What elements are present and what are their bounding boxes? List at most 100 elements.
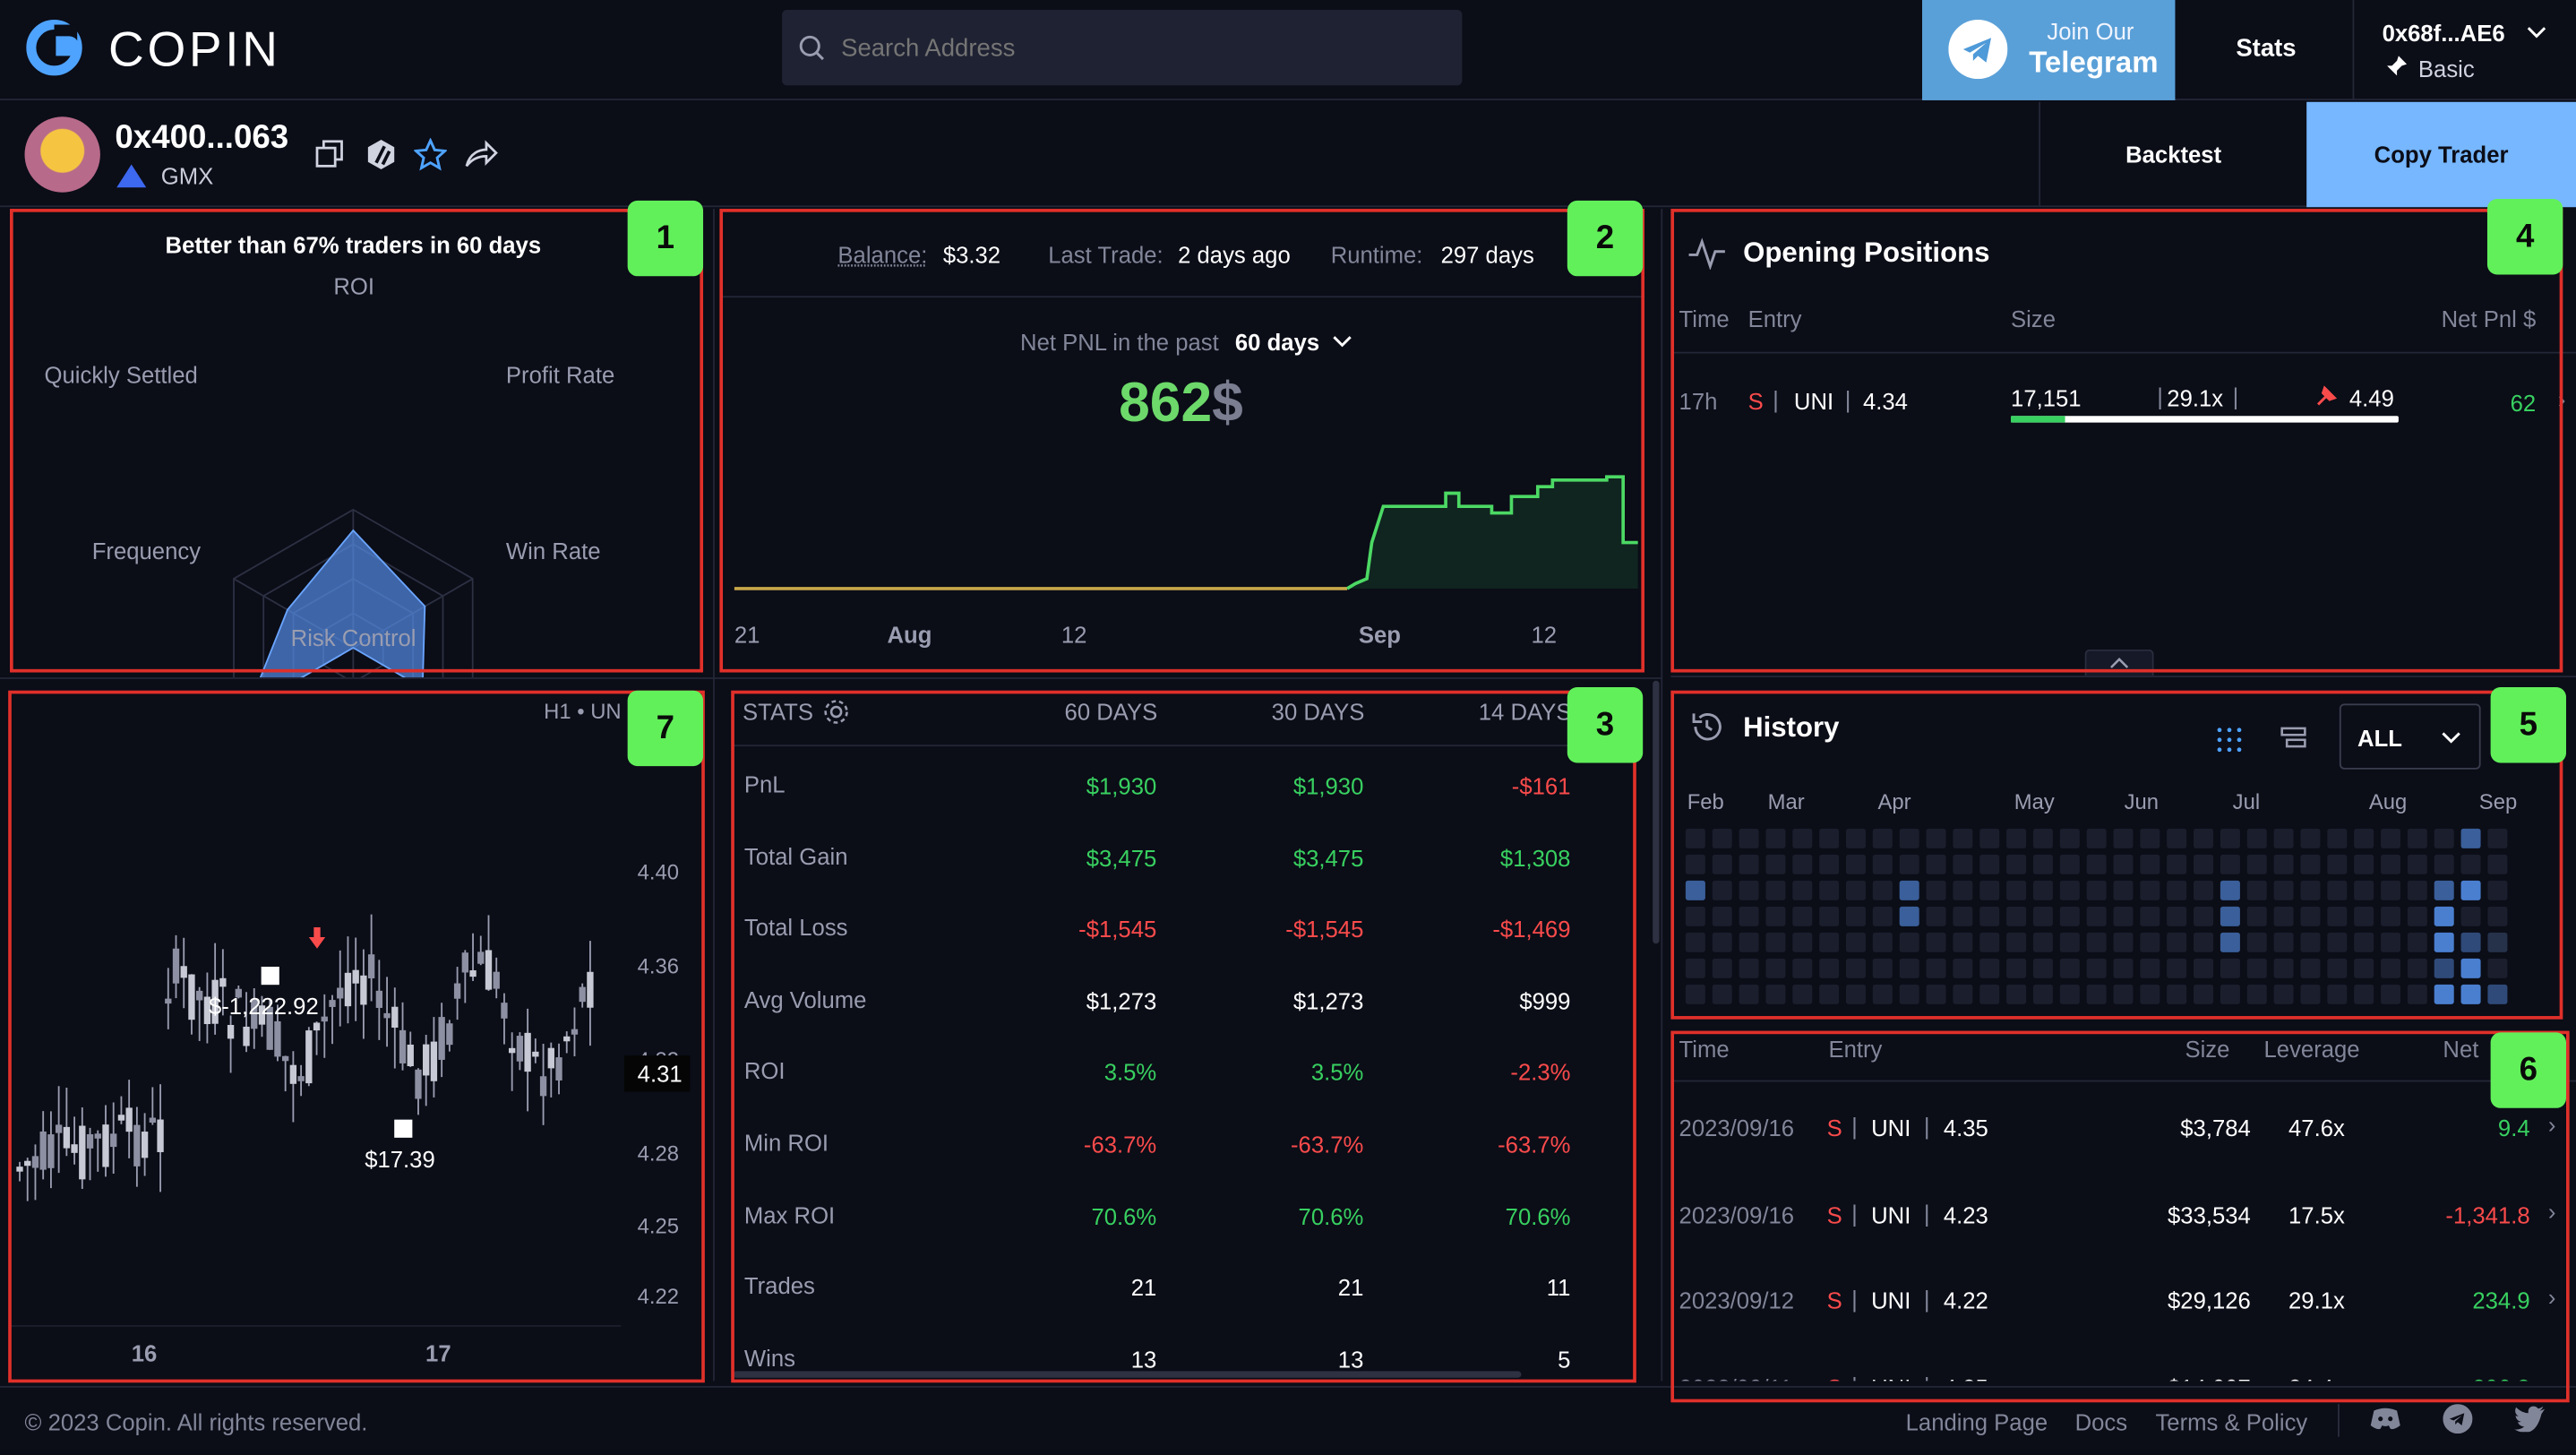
heatmap-cell [2434, 906, 2454, 926]
heatmap-cell [1899, 984, 1919, 1004]
pnl-period-selector[interactable]: Net PNL in the past 60 days [1020, 329, 1352, 355]
heatmap-cell [1953, 932, 1973, 952]
heatmap-view-icon[interactable] [2214, 725, 2244, 754]
heatmap-cell [2460, 984, 2481, 1004]
history-row[interactable]: 2023/09/11 S | UNI | 4.35 $14,007 24.4x 206.8 › [1670, 1344, 2576, 1381]
opening-position-row[interactable]: 17h S | UNI | 4.34 17,151 | 29.1x | 4.49… [1670, 372, 2576, 437]
copin-logo[interactable]: COPIN [23, 20, 335, 79]
heatmap-cell [2006, 958, 2027, 978]
stats-value: $3,475 [1086, 844, 1157, 871]
heatmap-cell [2354, 880, 2374, 900]
candle-body [157, 1119, 164, 1152]
heatmap-cell [1792, 880, 1813, 900]
history-filter-select[interactable]: ALL [2339, 703, 2481, 770]
panel-scrollbar[interactable] [1653, 680, 1660, 944]
search-box[interactable] [782, 10, 1463, 86]
price-tick-1: 4.40 [637, 859, 680, 885]
heatmap-cell [2460, 906, 2481, 926]
discord-icon[interactable] [2369, 1406, 2402, 1432]
twitter-icon[interactable] [2513, 1406, 2546, 1433]
footer-link-docs[interactable]: Docs [2075, 1409, 2128, 1435]
collapse-tab[interactable] [2084, 649, 2154, 676]
position-sep-2: | [1844, 386, 1851, 413]
history-pnl: 206.8 [2472, 1373, 2529, 1381]
stats-value: 3.5% [1310, 1059, 1364, 1086]
heatmap-cell [2006, 880, 2027, 900]
account-address: 0x68f...AE6 [2382, 20, 2505, 47]
heatmap-cell [1926, 880, 1946, 900]
candle-body [493, 971, 500, 989]
trade-marker-1 [261, 966, 279, 986]
heatmap-cell [1685, 932, 1705, 952]
candle-body [430, 1041, 438, 1081]
footer-link-terms[interactable]: Terms & Policy [2155, 1409, 2307, 1435]
star-icon[interactable] [414, 138, 447, 171]
history-pair: UNI [1871, 1115, 1911, 1141]
heatmap-cell [2059, 828, 2080, 848]
heatmap-cell [2487, 958, 2508, 978]
candle-body [188, 974, 195, 1020]
stats-row: PnL $1,930 $1,930 -$161 [733, 748, 1636, 819]
history-table-body: 2023/09/16 S | UNI | 4.35 $3,784 47.6x 9.4 › 2023/… [1670, 1085, 2576, 1381]
search-input[interactable] [841, 30, 1433, 66]
heatmap-cell [1953, 828, 1973, 848]
backtest-button[interactable]: Backtest [2040, 102, 2306, 207]
heatmap-cell [2140, 854, 2160, 874]
history-row[interactable]: 2023/09/12 S | UNI | 4.22 $29,126 29.1x 234.9 › [1670, 1258, 2576, 1343]
heatmap-cell [1926, 828, 1946, 848]
history-row[interactable]: 2023/09/16 S | UNI | 4.23 $33,534 17.5x -1,341.8… [1670, 1171, 2576, 1256]
history-size: $29,126 [2168, 1287, 2251, 1314]
heatmap-cell [1926, 906, 1946, 926]
history-col-size: Size [2185, 1036, 2230, 1063]
history-row[interactable]: 2023/09/16 S | UNI | 4.35 $3,784 47.6x 9.4 › [1670, 1085, 2576, 1170]
heatmap-cell [1845, 958, 1866, 978]
heatmap-cell [2327, 854, 2348, 874]
share-icon[interactable] [463, 138, 499, 171]
copy-trader-button[interactable]: Copy Trader [2306, 101, 2576, 208]
candle-xtick-1: 16 [131, 1339, 158, 1366]
heatmap-cell [2487, 854, 2508, 874]
history-side: S [1827, 1373, 1842, 1381]
stats-header-divider [733, 745, 1636, 747]
list-view-icon[interactable] [2277, 723, 2310, 753]
candle-body [383, 1012, 391, 1019]
heatmap-cell [2006, 906, 2027, 926]
candle-body [281, 1055, 289, 1062]
account-menu[interactable]: 0x68f...AE6 Basic [2383, 20, 2563, 85]
history-sep-2: | [1923, 1199, 1930, 1227]
heatmap-cell [1899, 828, 1919, 848]
candle-body [125, 1107, 133, 1132]
telegram-button[interactable]: Join Our Telegram [1921, 0, 2176, 100]
stats-scrollbar[interactable] [733, 1371, 1522, 1378]
history-date: 2023/09/16 [1679, 1115, 1795, 1141]
heatmap-cell [1872, 828, 1893, 848]
badge-3: 3 [1567, 687, 1644, 763]
opening-col-entry: Entry [1747, 306, 1802, 332]
stats-label: Total Gain [743, 842, 848, 869]
footer-link-landing[interactable]: Landing Page [1906, 1409, 2048, 1435]
heatmap-cell [2460, 932, 2481, 952]
stats-link[interactable]: Stats [2236, 35, 2296, 63]
copy-icon[interactable] [315, 140, 345, 169]
telegram-icon [1948, 20, 2008, 80]
stats-value: -$161 [1511, 772, 1571, 799]
candle-body [453, 983, 461, 999]
candle-body [587, 971, 594, 1008]
candle-body [469, 970, 477, 977]
radar-label-roi: ROI [333, 272, 374, 299]
heatmap-cell [1872, 932, 1893, 952]
current-price-label: 4.31 [623, 1055, 691, 1092]
heatmap-cell [2434, 984, 2454, 1004]
arbitrum-icon[interactable] [365, 138, 398, 171]
opening-header-divider [1670, 351, 2576, 354]
heatmap-cell [1712, 880, 1732, 900]
heatmap-cell [2220, 880, 2240, 900]
runtime-value: 297 days [1440, 241, 1534, 269]
chevron-right-icon: › [2547, 1197, 2556, 1225]
heatmap-cell [2407, 932, 2427, 952]
candle-body [407, 1044, 414, 1067]
stats-label: Total Loss [743, 914, 848, 941]
telegram-footer-icon[interactable] [2443, 1404, 2473, 1434]
gear-icon[interactable] [821, 697, 851, 727]
stats-row: Avg Volume $1,273 $1,273 $999 [733, 963, 1636, 1034]
